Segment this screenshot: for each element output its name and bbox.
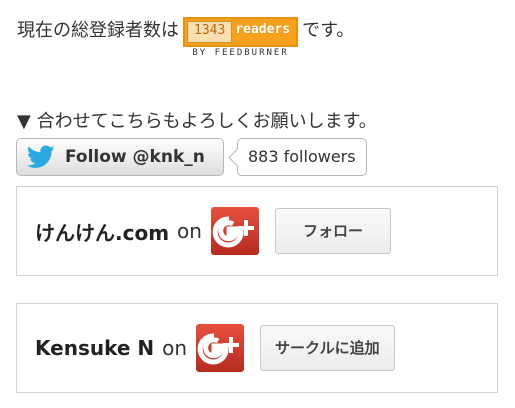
also-follow-text: ▼ 合わせてこちらもよろしくお願いします。 <box>17 111 377 132</box>
twitter-bird-icon <box>27 145 55 168</box>
feedburner-badge[interactable]: 1343 readers BY FEEDBURNER <box>183 14 299 58</box>
google-plus-icon[interactable] <box>210 207 259 255</box>
feedburner-unit: readers <box>235 22 291 37</box>
gplus-profile-name[interactable]: Kensuke N <box>35 336 154 360</box>
subscriber-count-line: 現在の総登録者数は 1343 readers BY FEEDBURNER です。 <box>17 14 354 58</box>
feedburner-chip: 1343 readers <box>183 17 299 47</box>
feedburner-by-label: BY FEEDBURNER <box>192 48 289 58</box>
gplus-profile-badge: Kensuke N on サークルに追加 <box>16 303 498 393</box>
twitter-follow-label: Follow @knk_n <box>65 147 205 167</box>
twitter-follow-button[interactable]: Follow @knk_n <box>16 138 224 176</box>
gplus-follow-button[interactable]: フォロー <box>274 208 391 254</box>
gplus-page-name[interactable]: けんけん.com <box>35 217 169 246</box>
subscriber-suffix: です。 <box>302 20 355 41</box>
subscriber-prefix: 現在の総登録者数は <box>17 20 179 41</box>
gplus-add-to-circles-button[interactable]: サークルに追加 <box>260 325 395 371</box>
feedburner-count: 1343 <box>187 21 233 43</box>
gplus-on-text: on <box>162 336 188 360</box>
gplus-on-text: on <box>177 219 202 243</box>
twitter-followers-count[interactable]: 883 followers <box>237 138 367 176</box>
google-plus-icon[interactable] <box>196 324 245 372</box>
gplus-page-badge: けんけん.com on フォロー <box>16 186 498 276</box>
twitter-follow-widget: Follow @knk_n 883 followers <box>16 138 367 176</box>
